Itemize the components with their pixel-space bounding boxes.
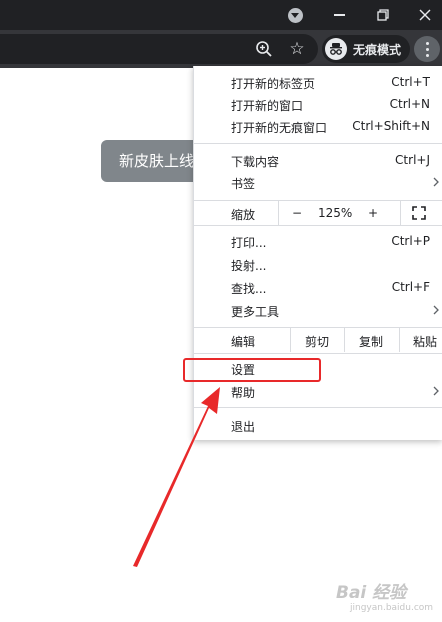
- paste-button[interactable]: 粘贴: [413, 333, 437, 350]
- incognito-label: 无痕模式: [353, 42, 402, 57]
- cut-button[interactable]: 剪切: [305, 333, 329, 350]
- menu-item-exit[interactable]: 退出: [194, 414, 442, 437]
- tab-search-button[interactable]: [278, 0, 312, 30]
- settings-highlight-box: [183, 358, 321, 382]
- menu-divider: [194, 225, 442, 226]
- menu-item-downloads[interactable]: 下载内容 Ctrl+J: [194, 149, 442, 172]
- chrome-main-menu: 打开新的标签页 Ctrl+T 打开新的窗口 Ctrl+N 打开新的无痕窗口 Ct…: [193, 66, 442, 440]
- close-icon: [419, 9, 431, 21]
- menu-item-new-window[interactable]: 打开新的窗口 Ctrl+N: [194, 93, 442, 116]
- chevron-right-icon: [433, 305, 439, 315]
- menu-item-help[interactable]: 帮助: [194, 380, 442, 403]
- browser-window: ☆ 无痕模式 新皮肤上线 打开新的标签页 Ctrl+T 打开新的窗口 Ctrl+…: [0, 0, 442, 622]
- edit-row: 编辑 剪切 复制 粘贴: [194, 328, 442, 352]
- menu-item-find[interactable]: 查找... Ctrl+F: [194, 276, 442, 299]
- menu-item-more-tools[interactable]: 更多工具: [194, 299, 442, 322]
- zoom-row: 缩放 − 125% +: [194, 201, 442, 225]
- menu-item-new-tab[interactable]: 打开新的标签页 Ctrl+T: [194, 71, 442, 94]
- menu-item-bookmarks[interactable]: 书签: [194, 171, 442, 194]
- menu-item-cast[interactable]: 投射...: [194, 253, 442, 276]
- minimize-button[interactable]: [322, 0, 356, 30]
- browser-toolbar: ☆ 无痕模式: [0, 30, 442, 68]
- restore-icon: [377, 9, 389, 21]
- zoom-level: 125%: [318, 206, 353, 220]
- zoom-in-icon[interactable]: [254, 39, 274, 59]
- restore-button[interactable]: [366, 0, 400, 30]
- menu-divider: [194, 353, 442, 354]
- fullscreen-icon[interactable]: [412, 206, 426, 220]
- edit-label: 编辑: [231, 335, 256, 349]
- chevron-right-icon: [433, 386, 439, 396]
- menu-item-print[interactable]: 打印... Ctrl+P: [194, 230, 442, 253]
- copy-button[interactable]: 复制: [359, 333, 383, 350]
- incognito-icon: [325, 38, 347, 60]
- zoom-in-button[interactable]: +: [368, 206, 378, 220]
- minimize-icon: [333, 14, 345, 16]
- menu-item-new-incognito-window[interactable]: 打开新的无痕窗口 Ctrl+Shift+N: [194, 115, 442, 138]
- baidu-watermark: Bai 经验 jingyan.baidu.com: [336, 583, 434, 613]
- bookmark-star-icon[interactable]: ☆: [286, 38, 308, 60]
- customize-menu-button[interactable]: [414, 36, 440, 62]
- zoom-out-button[interactable]: −: [292, 206, 302, 220]
- title-bar: [0, 0, 442, 30]
- menu-divider: [194, 143, 442, 144]
- incognito-indicator[interactable]: 无痕模式: [322, 35, 410, 63]
- chevron-right-icon: [433, 177, 439, 187]
- close-button[interactable]: [408, 0, 442, 30]
- menu-divider: [194, 407, 442, 408]
- address-bar[interactable]: ☆: [0, 34, 318, 64]
- chevron-down-icon: [287, 7, 303, 23]
- zoom-label: 缩放: [231, 208, 256, 222]
